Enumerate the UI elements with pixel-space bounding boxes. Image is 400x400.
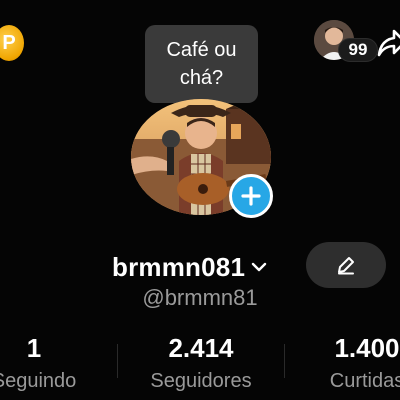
likes-count: 1.400 [334, 333, 400, 363]
note-bubble[interactable]: Café ou chá? [145, 25, 258, 103]
stat-divider [117, 344, 118, 378]
coin-icon[interactable]: P [0, 25, 24, 61]
coin-letter: P [2, 31, 16, 54]
friends-indicator[interactable]: 99 [312, 20, 378, 64]
note-line-1: Café ou [166, 39, 237, 61]
user-handle: @brmmn81 [142, 285, 258, 310]
stat-followers[interactable]: 2.414 Seguidores [141, 333, 261, 393]
followers-count: 2.414 [168, 333, 234, 363]
share-icon[interactable] [374, 26, 400, 60]
edit-profile-button[interactable] [306, 242, 386, 288]
profile-screen: P Café ou chá? 99 brmmn081 @brmmn81 1 Se… [0, 0, 400, 400]
following-count: 1 [26, 333, 42, 363]
note-text: Café ou chá? [166, 36, 236, 92]
following-label: Seguindo [0, 370, 77, 392]
chevron-down-icon [251, 262, 267, 272]
friend-count-badge: 99 [338, 38, 378, 62]
stat-following[interactable]: 1 Seguindo [0, 333, 94, 393]
likes-label: Curtidas [329, 370, 400, 392]
username: brmmn081 [112, 251, 246, 282]
note-line-2: chá? [179, 67, 224, 89]
followers-label: Seguidores [150, 370, 252, 392]
plus-icon [241, 186, 261, 206]
username-switcher[interactable]: brmmn081 [112, 247, 269, 287]
add-story-button[interactable] [229, 174, 273, 218]
stat-divider [284, 344, 285, 378]
stat-likes[interactable]: 1.400 Curtidas [307, 333, 400, 393]
pencil-icon [338, 257, 354, 275]
